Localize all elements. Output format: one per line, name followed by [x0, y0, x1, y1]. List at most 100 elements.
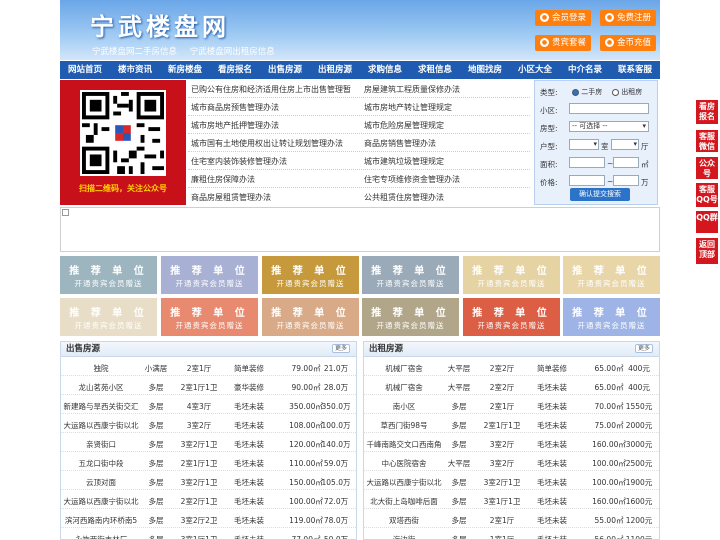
table-row[interactable]: 大运路以西康宁街以北 多层 2室2厅1卫 毛坯未装 100.00㎡ 72.0万: [61, 490, 356, 509]
area-unit: ㎡: [641, 160, 649, 169]
news-link[interactable]: 城市建筑垃圾管理规定: [364, 156, 444, 167]
table-row[interactable]: 中心医院宿舍 大平层 3室2厅 毛坯未装 100.00㎡ 2500元: [364, 452, 659, 471]
radio-rent[interactable]: 出租房: [612, 87, 642, 97]
news-link[interactable]: 公共租赁住房管理办法: [364, 192, 444, 203]
ad-subtitle: 开通贵宾会员赠送: [577, 279, 646, 288]
table-row[interactable]: 南小区 多层 2室1厅 毛坯未装 70.00㎡ 1550元: [364, 395, 659, 414]
rooms-select[interactable]: ▾: [569, 139, 599, 150]
sidebar-button[interactable]: QQ群: [696, 211, 718, 233]
vip-package-button[interactable]: ● 贵宾套餐: [535, 35, 591, 51]
sidebar-button[interactable]: 返回顶部: [696, 238, 718, 264]
nav-agencies[interactable]: 中介名录: [560, 61, 610, 79]
login-label: 会员登录: [551, 13, 586, 23]
news-link[interactable]: 房屋建筑工程质量保修办法: [364, 84, 460, 95]
news-link[interactable]: 城市危险房屋管理规定: [364, 120, 444, 131]
table-cell: 独院: [93, 364, 109, 373]
table-row[interactable]: 双塔西街 多层 2室1厅 毛坯未装 55.00㎡ 1200元: [364, 509, 659, 528]
table-row[interactable]: 机械厂宿舍 大平层 2室2厅 毛坯未装 65.00㎡ 400元: [364, 376, 659, 395]
sale-more-button[interactable]: 更多: [332, 344, 350, 353]
recommend-ad-tile[interactable]: 推 荐 单 位开通贵宾会员赠送: [60, 256, 157, 294]
table-cell: 毛坯未装: [234, 402, 264, 411]
recommend-ad-tile[interactable]: 推 荐 单 位开通贵宾会员赠送: [563, 298, 660, 336]
table-row[interactable]: 千峰南路交文口西南角 多层 3室2厅 毛坯未装 160.00㎡ 3000元: [364, 433, 659, 452]
table-cell: 1900元: [625, 478, 653, 487]
table-row[interactable]: 云顶对面 多层 3室2厅1卫 毛坯未装 150.00㎡ 105.0万: [61, 471, 356, 490]
recommend-ad-tile[interactable]: 推 荐 单 位开通贵宾会员赠送: [161, 298, 258, 336]
news-link[interactable]: 已购公有住房和经济适用住房上市出售管理暂: [191, 84, 351, 95]
register-label: 免费注册: [616, 13, 651, 23]
nav-want-buy[interactable]: 求购信息: [360, 61, 410, 79]
table-row[interactable]: 北大街上岛咖啡后面 多层 3室1厅1卫 毛坯未装 160.00㎡ 1600元: [364, 490, 659, 509]
nav-want-rent[interactable]: 求租信息: [410, 61, 460, 79]
news-link[interactable]: 廉租住房保障办法: [191, 174, 255, 185]
recharge-button[interactable]: ● 金币充值: [600, 35, 656, 51]
table-row[interactable]: 新建路与旱西关街交汇 多层 4室3厅 毛坯未装 350.00㎡ 350.0万: [61, 395, 356, 414]
nav-for-rent[interactable]: 出租房源: [310, 61, 360, 79]
rent-table: 机械厂宿舍 大平层 2室2厅 简单装修 65.00㎡ 400元 机械厂宿舍 大平层 2室2厅 毛坯…: [364, 357, 659, 539]
table-row[interactable]: 五龙口街中段 多层 2室1厅1卫 毛坯未装 110.00㎡ 59.0万: [61, 452, 356, 471]
halls-select[interactable]: ▾: [611, 139, 639, 150]
sidebar-button[interactable]: 看房报名: [696, 100, 718, 124]
nav-home[interactable]: 网站首页: [60, 61, 110, 79]
sidebar-button[interactable]: 客服QQ号: [696, 183, 718, 207]
recommend-ad-tile[interactable]: 推 荐 单 位开通贵宾会员赠送: [161, 256, 258, 294]
news-link[interactable]: 住宅室内装饰装修管理办法: [191, 156, 287, 167]
qr-code-image: [80, 90, 166, 176]
news-link[interactable]: 城市房地产抵押管理办法: [191, 120, 279, 131]
site-logo[interactable]: 宁武楼盘网: [90, 7, 230, 42]
nav-contact[interactable]: 联系客服: [610, 61, 660, 79]
table-row[interactable]: 亲贤街口 多层 3室2厅1卫 毛坯未装 120.00㎡ 140.0万: [61, 433, 356, 452]
sidebar-button[interactable]: 客服微信: [696, 130, 718, 152]
recommend-ad-tile[interactable]: 推 荐 单 位开通贵宾会员赠送: [262, 298, 359, 336]
recommend-ad-tile[interactable]: 推 荐 单 位开通贵宾会员赠送: [463, 298, 560, 336]
news-link[interactable]: 城市商品房预售管理办法: [191, 102, 279, 113]
table-row[interactable]: 龙山茗苑小区 多层 2室1厅1卫 豪华装修 90.00㎡ 28.0万: [61, 376, 356, 395]
house-type-select[interactable]: -- 可选择 -- ▾: [569, 121, 649, 132]
recommend-ad-tile[interactable]: 推 荐 单 位开通贵宾会员赠送: [563, 256, 660, 294]
news-link[interactable]: 商品房销售管理办法: [364, 138, 436, 149]
hall-unit: 厅: [641, 142, 649, 151]
news-link[interactable]: 城市国有土地使用权出让转让规划管理办法: [191, 138, 343, 149]
table-cell: 3室2厅: [489, 440, 515, 449]
area-min-input[interactable]: [569, 157, 605, 168]
table-row[interactable]: 大运路以西康宁街以北 多层 3室2厅1卫 毛坯未装 100.00㎡ 1900元: [364, 471, 659, 490]
table-row[interactable]: 海边街 多层 1室1厅 毛坯未装 56.00㎡ 1100元: [364, 528, 659, 539]
district-input[interactable]: [569, 103, 649, 114]
nav-viewing-signup[interactable]: 看房报名: [210, 61, 260, 79]
login-button[interactable]: ● 会员登录: [535, 10, 591, 26]
area-max-input[interactable]: [613, 157, 639, 168]
nav-news[interactable]: 楼市资讯: [110, 61, 160, 79]
price-min-input[interactable]: [569, 175, 605, 186]
table-row[interactable]: 大运路以西康宁街以北 多层 3室2厅 毛坯未装 108.00㎡ 100.0万: [61, 414, 356, 433]
news-link[interactable]: 住宅专项维修资金管理办法: [364, 174, 460, 185]
price-max-input[interactable]: [613, 175, 639, 186]
sidebar-button[interactable]: 公众号: [696, 157, 718, 179]
news-link[interactable]: 城市房地产转让管理规定: [364, 102, 452, 113]
recommend-ad-tile[interactable]: 推 荐 单 位开通贵宾会员赠送: [463, 256, 560, 294]
recommend-ad-tile[interactable]: 推 荐 单 位开通贵宾会员赠送: [262, 256, 359, 294]
table-row[interactable]: 滨河西路南内环桥南5 多层 3室2厅2卫 毛坯未装 119.00㎡ 78.0万: [61, 509, 356, 528]
banner-ad[interactable]: [60, 207, 660, 252]
news-link[interactable]: 商品房屋租赁管理办法: [191, 192, 271, 203]
search-submit-button[interactable]: 确认提交搜索: [570, 188, 630, 201]
nav-communities[interactable]: 小区大全: [510, 61, 560, 79]
table-row[interactable]: 永祚西街丰林厂 多层 3室1厅1卫 毛坯未装 77.00㎡ 50.0万: [61, 528, 356, 539]
table-row[interactable]: 草西门街98号 多层 2室1厅1卫 毛坯未装 75.00㎡ 2000元: [364, 414, 659, 433]
sale-table: 独院 小满居 2室1厅 简单装修 79.00㎡ 21.0万 龙山茗苑小区 多层 2室1厅1卫 豪华…: [61, 357, 356, 539]
recommend-ad-tile[interactable]: 推 荐 单 位开通贵宾会员赠送: [362, 256, 459, 294]
table-row[interactable]: 机械厂宿舍 大平层 2室2厅 简单装修 65.00㎡ 400元: [364, 357, 659, 376]
register-button[interactable]: ● 免费注册: [600, 10, 656, 26]
recommend-ad-tile[interactable]: 推 荐 单 位开通贵宾会员赠送: [362, 298, 459, 336]
ad-subtitle: 开通贵宾会员赠送: [376, 321, 445, 330]
rent-more-button[interactable]: 更多: [635, 344, 653, 353]
nav-map[interactable]: 地图找房: [460, 61, 510, 79]
nav-new-homes[interactable]: 新房楼盘: [160, 61, 210, 79]
table-cell: 2室1厅1卫: [180, 459, 218, 468]
recommend-ad-tile[interactable]: 推 荐 单 位开通贵宾会员赠送: [60, 298, 157, 336]
table-cell: 3室1厅1卫: [483, 497, 521, 506]
radio-sale[interactable]: 二手房: [572, 87, 602, 97]
nav-for-sale[interactable]: 出售房源: [260, 61, 310, 79]
table-cell: 21.0万: [323, 364, 349, 373]
table-row[interactable]: 独院 小满居 2室1厅 简单装修 79.00㎡ 21.0万: [61, 357, 356, 376]
table-cell: 毛坯未装: [537, 459, 567, 468]
